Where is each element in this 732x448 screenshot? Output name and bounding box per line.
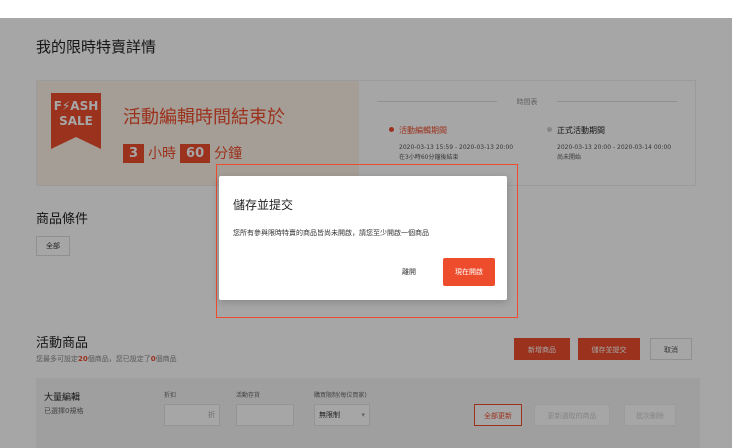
- page: 我的限時特賣詳情 F⚡ASH SALE 活動編輯時間結束於 3 小時 60 分鐘…: [0, 0, 732, 448]
- leave-button[interactable]: 離開: [387, 258, 431, 286]
- top-margin: [0, 0, 732, 18]
- save-submit-dialog: 儲存並提交 您所有參與限時特賣的商品皆尚未開啟，請您至少開啟一個商品 離開 現在…: [219, 176, 507, 300]
- dialog-title: 儲存並提交: [233, 198, 294, 212]
- open-now-button[interactable]: 現在開啟: [443, 258, 495, 286]
- dialog-message: 您所有參與限時特賣的商品皆尚未開啟，請您至少開啟一個商品: [233, 229, 429, 237]
